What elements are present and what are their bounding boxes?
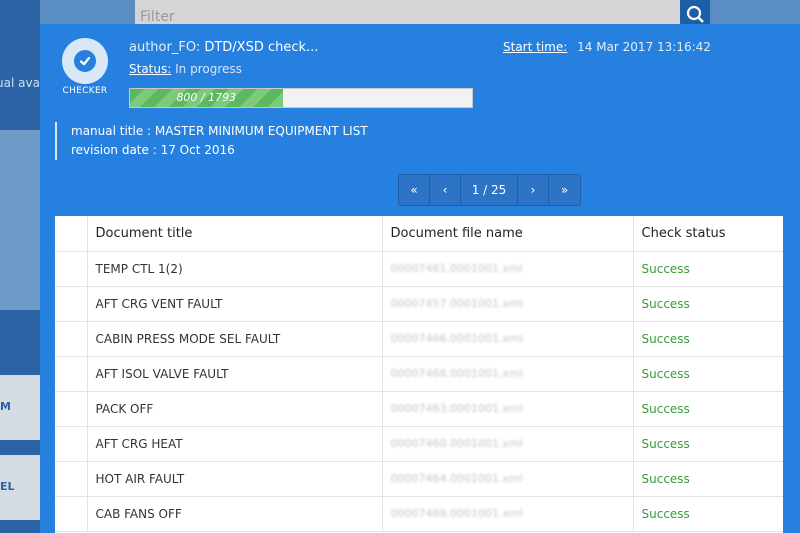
checker-avatar: [62, 38, 108, 84]
check-progress-dialog: CHECKER author_FO: DTD/XSD check... Stat…: [40, 24, 800, 533]
last-page-button[interactable]: »: [549, 175, 580, 205]
document-title-cell: AFT CRG VENT FAULT: [87, 286, 383, 322]
document-file-cell: 00007466.0001001.xml: [382, 321, 634, 357]
table-row[interactable]: AFT ISOL VALVE FAULT 00007468.0001001.xml…: [55, 356, 783, 392]
document-file-cell: 00007469.0001001.xml: [382, 496, 634, 532]
status-key: Status:: [129, 62, 172, 76]
job-author: author_FO:: [129, 40, 201, 55]
table-row[interactable]: CABIN PRESS MODE SEL FAULT 00007466.00010…: [55, 321, 783, 357]
checker-label: CHECKER: [62, 86, 108, 96]
background-sidebar-link-row[interactable]: EL: [0, 455, 40, 520]
document-title-cell: TEMP CTL 1(2): [87, 251, 383, 287]
table-row[interactable]: PACK OFF 00007463.0001001.xml Success: [55, 391, 783, 427]
row-select-cell[interactable]: [55, 426, 88, 462]
document-title-cell: PACK OFF: [87, 391, 383, 427]
document-title-cell: HOT AIR FAULT: [87, 461, 383, 497]
row-select-cell[interactable]: [55, 251, 88, 287]
check-status-cell: Success: [633, 426, 783, 462]
check-status-cell: Success: [633, 356, 783, 392]
background-side-link[interactable]: EL: [0, 480, 15, 493]
check-status-cell: Success: [633, 321, 783, 357]
document-title-cell: CAB FANS OFF: [87, 496, 383, 532]
table-row[interactable]: CAB FANS OFF 00007469.0001001.xml Success: [55, 496, 783, 532]
row-select-cell[interactable]: [55, 356, 88, 392]
progress-bar-label: 800 / 1793: [176, 91, 237, 104]
revision-date: revision date : 17 Oct 2016: [71, 143, 235, 157]
row-select-cell[interactable]: [55, 321, 88, 357]
previous-page-button[interactable]: ‹: [430, 175, 461, 205]
document-file-cell: 00007468.0001001.xml: [382, 356, 634, 392]
document-title-header[interactable]: Document title: [87, 216, 383, 252]
select-column-header: [55, 216, 88, 252]
document-file-header[interactable]: Document file name: [382, 216, 634, 252]
document-title-cell: AFT ISOL VALVE FAULT: [87, 356, 383, 392]
table-row[interactable]: AFT CRG HEAT 00007460.0001001.xml Success: [55, 426, 783, 462]
check-status-cell: Success: [633, 391, 783, 427]
start-time-value: 14 Mar 2017 13:16:42: [577, 40, 711, 54]
status-value: In progress: [175, 62, 242, 76]
document-file-cell: 00007461.0001001.xml: [382, 251, 634, 287]
manual-info: manual title : MASTER MINIMUM EQUIPMENT …: [55, 122, 368, 160]
document-file-cell: 00007463.0001001.xml: [382, 391, 634, 427]
row-select-cell[interactable]: [55, 286, 88, 322]
background-sidebar-link-row[interactable]: M: [0, 375, 40, 440]
table-row[interactable]: HOT AIR FAULT 00007464.0001001.xml Success: [55, 461, 783, 497]
document-file-cell: 00007464.0001001.xml: [382, 461, 634, 497]
job-name: DTD/XSD check...: [204, 40, 319, 55]
background-side-link[interactable]: M: [0, 400, 11, 413]
job-title: author_FO: DTD/XSD check...: [129, 40, 318, 55]
table-row[interactable]: TEMP CTL 1(2) 00007461.0001001.xml Success: [55, 251, 783, 287]
check-status-cell: Success: [633, 461, 783, 497]
start-time: Start time: 14 Mar 2017 13:16:42: [503, 40, 711, 54]
background-sidebar-row: ual ava: [0, 58, 40, 128]
pagination: « ‹ 1 / 25 › »: [398, 174, 581, 206]
document-file-cell: 00007457.0001001.xml: [382, 286, 634, 322]
check-status-cell: Success: [633, 251, 783, 287]
job-status: Status: In progress: [129, 62, 242, 76]
document-file-cell: 00007460.0001001.xml: [382, 426, 634, 462]
page-indicator: 1 / 25: [461, 175, 518, 205]
check-status-cell: Success: [633, 286, 783, 322]
row-select-cell[interactable]: [55, 496, 88, 532]
checkmark-icon: [74, 50, 96, 72]
table-header-row: Document title Document file name Check …: [55, 216, 783, 252]
progress-bar: 800 / 1793: [129, 88, 473, 108]
background-side-text: ual ava: [0, 76, 40, 90]
document-title-cell: CABIN PRESS MODE SEL FAULT: [87, 321, 383, 357]
documents-table: Document title Document file name Check …: [55, 216, 783, 533]
background-sidebar-panel: [0, 130, 40, 310]
check-status-cell: Success: [633, 496, 783, 532]
check-status-header[interactable]: Check status: [633, 216, 783, 252]
document-title-cell: AFT CRG HEAT: [87, 426, 383, 462]
manual-title: manual title : MASTER MINIMUM EQUIPMENT …: [71, 124, 368, 138]
first-page-button[interactable]: «: [399, 175, 430, 205]
row-select-cell[interactable]: [55, 461, 88, 497]
table-row[interactable]: AFT CRG VENT FAULT 00007457.0001001.xml Su…: [55, 286, 783, 322]
next-page-button[interactable]: ›: [518, 175, 549, 205]
start-time-key: Start time:: [503, 40, 568, 54]
row-select-cell[interactable]: [55, 391, 88, 427]
